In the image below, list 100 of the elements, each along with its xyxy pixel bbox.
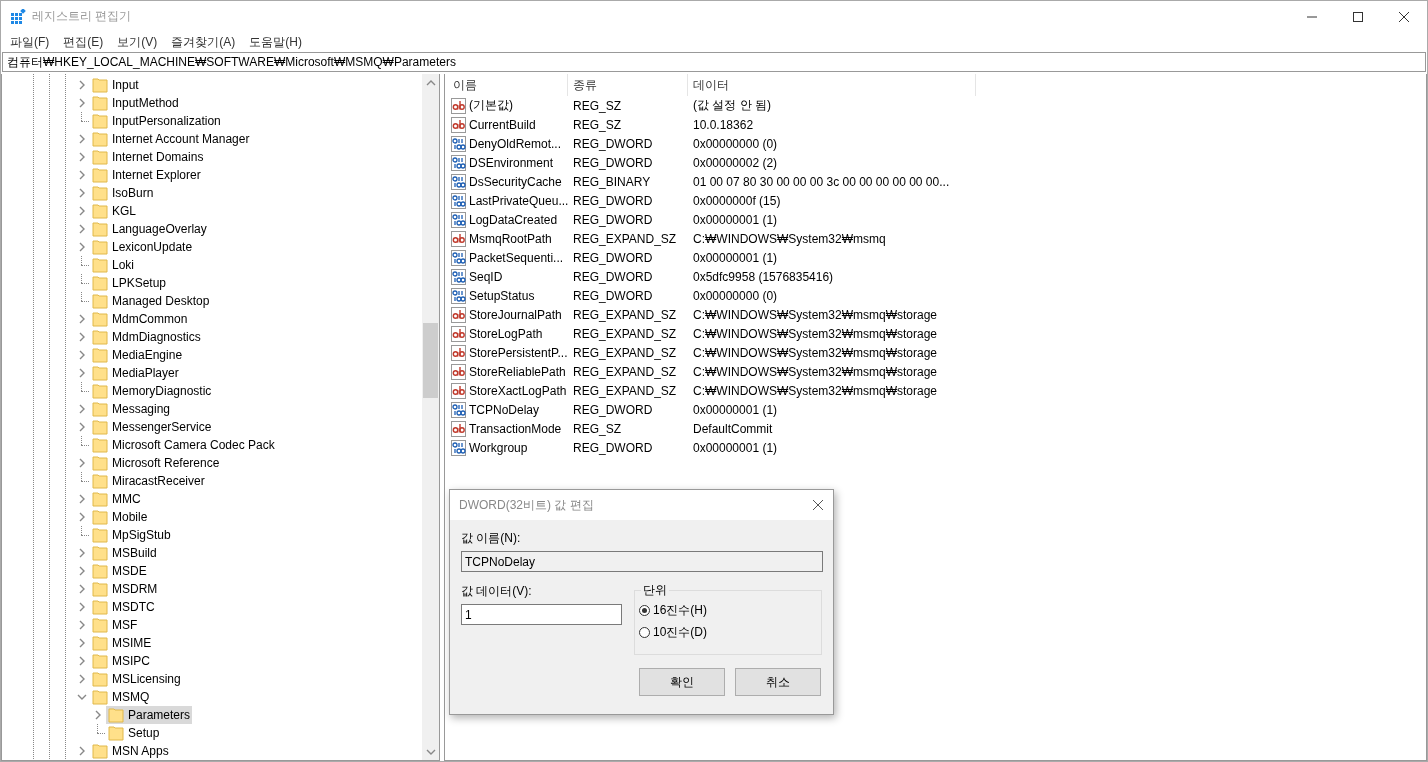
tree-item[interactable]: MdmDiagnostics [90,328,203,346]
folder-icon [92,239,108,255]
maximize-icon [1353,11,1363,22]
tree-item[interactable]: Setup [106,724,162,742]
tree-item[interactable]: MSN Apps [90,742,171,760]
menu-item[interactable]: 도움말(H) [242,33,309,51]
menu-item[interactable]: 파일(F) [3,33,57,51]
tree-item[interactable]: MSDE [90,562,149,580]
tree-item[interactable]: MediaPlayer [90,364,181,382]
folder-icon [92,563,108,579]
folder-icon [92,77,108,93]
tree-item[interactable]: Microsoft Camera Codec Pack [90,436,277,454]
dialog-button[interactable]: 확인 [639,668,725,696]
value-data-field[interactable]: 1 [461,604,622,625]
tree-item[interactable]: MdmCommon [90,310,190,328]
value-type: REG_DWORD [573,440,653,455]
tree-item[interactable]: Loki [90,256,136,274]
column-header[interactable]: 데이터 [688,74,976,96]
folder-icon [92,293,108,309]
value-type: REG_EXPAND_SZ [573,364,677,379]
binary-value-icon [451,249,467,266]
tree-item[interactable]: MSDTC [90,598,157,616]
tree-item[interactable]: MSBuild [90,544,159,562]
tree-item[interactable]: Messaging [90,400,173,418]
tree-item[interactable]: Internet Account Manager [90,130,252,148]
tree-item[interactable]: MSLicensing [90,670,183,688]
tree-item[interactable]: Microsoft Reference [90,454,222,472]
menu-item[interactable]: 편집(E) [56,33,111,51]
tree-item[interactable]: MediaEngine [90,346,185,364]
string-value-icon [451,230,467,247]
value-data: 0x00000000 (0) [693,136,778,151]
value-type: REG_DWORD [573,155,653,170]
scrollbar-thumb[interactable] [423,323,438,398]
folder-icon [92,617,108,633]
radio-option[interactable]: 16진수(H) [639,599,711,621]
tree-item[interactable]: MSMQ [90,688,152,706]
folder-icon [92,653,108,669]
folder-icon [92,167,108,183]
tree-item[interactable]: InputMethod [90,94,181,112]
tree-item[interactable]: Input [90,76,141,94]
folder-icon [92,149,108,165]
folder-icon [92,599,108,615]
radio-option[interactable]: 10진수(D) [639,621,711,643]
tree-item[interactable]: MemoryDiagnostic [90,382,214,400]
window-title: 레지스트리 편집기 [32,8,133,25]
value-data: 0x5dfc9958 (1576835416) [693,269,834,284]
value-type: REG_SZ [573,98,621,113]
tree-item[interactable]: Internet Explorer [90,166,203,184]
tree-item[interactable]: Mobile [90,508,150,526]
string-value-icon [451,97,467,114]
menu-item[interactable]: 보기(V) [110,33,165,51]
value-data: 0x00000002 (2) [693,155,778,170]
menu-item[interactable]: 즐겨찾기(A) [164,33,243,51]
value-name: StoreReliablePath [469,364,566,379]
value-data: 0x00000001 (1) [693,250,778,265]
tree-item[interactable]: MSIME [90,634,154,652]
tree-item[interactable]: MessengerService [90,418,214,436]
column-header[interactable]: 종류 [568,74,688,96]
folder-icon [92,113,108,129]
value-name: MsmqRootPath [469,231,552,246]
folder-icon [92,527,108,543]
folder-icon [92,473,108,489]
value-type: REG_DWORD [573,136,653,151]
binary-value-icon [451,287,467,304]
dialog-button[interactable]: 취소 [735,668,821,696]
field-label: 값 이름(N): [461,530,522,547]
value-name-field[interactable]: TCPNoDelay [461,551,823,572]
folder-icon [92,635,108,651]
tree-item[interactable]: InputPersonalization [90,112,223,130]
address-field[interactable]: 컴퓨터₩HKEY_LOCAL_MACHINE₩SOFTWARE₩Microsoft₩MSMQ₩Parameters [2,52,1426,72]
value-name: LogDataCreated [469,212,558,227]
tree-item[interactable]: MSIPC [90,652,152,670]
value-name: DsSecurityCache [469,174,562,189]
tree-item[interactable]: MSF [90,616,140,634]
tree-item[interactable]: MpSigStub [90,526,173,544]
string-value-icon [451,116,467,133]
value-data: 0x0000000f (15) [693,193,781,208]
tree-item[interactable]: MMC [90,490,143,508]
tree-item[interactable]: Parameters [106,706,193,724]
tree-item[interactable]: Internet Domains [90,148,206,166]
tree-item[interactable]: MSDRM [90,580,160,598]
value-data: C:₩WINDOWS₩System32₩msmq₩storage [693,364,937,379]
tree-item[interactable]: MiracastReceiver [90,472,207,490]
value-type: REG_EXPAND_SZ [573,345,677,360]
tree-item[interactable]: LexiconUpdate [90,238,195,256]
value-data: 0x00000001 (1) [693,212,778,227]
value-type: REG_DWORD [573,250,653,265]
tree-item[interactable]: LanguageOverlay [90,220,209,238]
folder-icon [92,185,108,201]
tree-item[interactable]: KGL [90,202,138,220]
tree-item[interactable]: Managed Desktop [90,292,212,310]
dialog-title: DWORD(32비트) 값 편집 [459,496,595,514]
column-header[interactable]: 이름 [448,74,568,96]
string-value-icon [451,420,467,437]
binary-value-icon [451,192,467,209]
value-name: TransactionMode [469,421,562,436]
scrollbar[interactable] [422,74,439,760]
tree-item[interactable]: LPKSetup [90,274,169,292]
tree-item[interactable]: IsoBurn [90,184,156,202]
folder-icon [92,275,108,291]
